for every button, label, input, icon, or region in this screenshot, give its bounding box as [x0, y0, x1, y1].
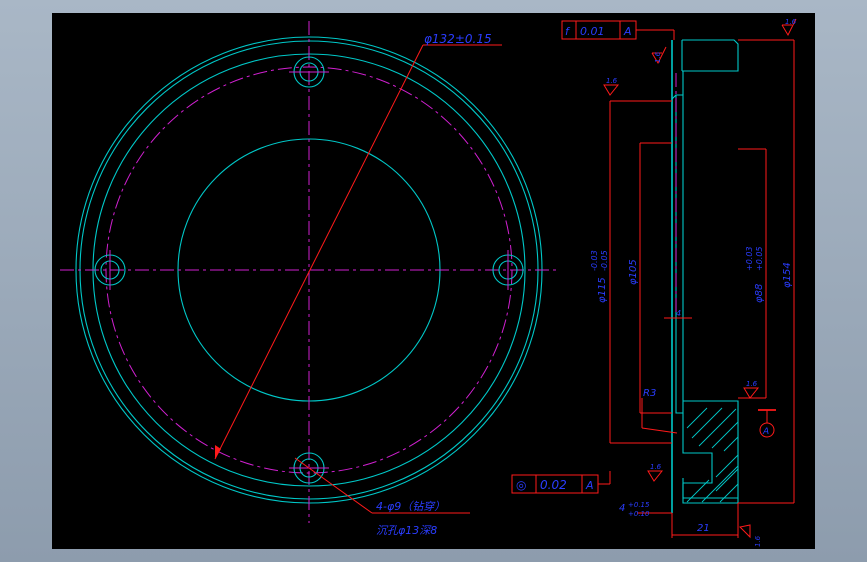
front-view: φ132±0.15 4-φ9（钻穿） 沉孔φ13深8	[60, 21, 558, 537]
svg-text:A: A	[762, 427, 769, 437]
svg-text:1.6: 1.6	[654, 51, 662, 63]
flatness-symbol: f	[565, 25, 571, 38]
svg-text:φ105: φ105	[628, 259, 639, 285]
svg-text:+0.03: +0.03	[745, 246, 754, 271]
svg-text:-0.03: -0.03	[590, 250, 599, 271]
dim-d88: φ88 +0.03 +0.05	[738, 148, 767, 399]
svg-text:4: 4	[619, 503, 625, 514]
svg-text:1.6: 1.6	[650, 463, 662, 471]
wall-body	[675, 94, 684, 414]
drawing-canvas[interactable]: φ132±0.15 4-φ9（钻穿） 沉孔φ13深8 f 0.01 A φ115…	[52, 13, 815, 549]
pitch-dim-line	[214, 44, 424, 460]
drawing-svg: φ132±0.15 4-φ9（钻穿） 沉孔φ13深8 f 0.01 A φ115…	[60, 18, 797, 547]
svg-text:+0.10: +0.10	[628, 510, 650, 518]
svg-text:1.6: 1.6	[606, 77, 618, 85]
svg-text:+0.15: +0.15	[628, 501, 650, 509]
svg-text:1.6: 1.6	[785, 18, 797, 26]
dim-bottom: 21 4 +0.15 +0.10	[619, 501, 739, 538]
svg-text:1.6: 1.6	[754, 535, 762, 547]
svg-text:+0.05: +0.05	[755, 246, 764, 271]
dim-d105: φ105	[628, 142, 672, 414]
svg-text:A: A	[585, 479, 594, 492]
svg-text:4: 4	[676, 309, 681, 318]
dim-wall-thickness: 4	[664, 309, 692, 319]
hole-note-text: 4-φ9（钻穿）	[376, 500, 445, 513]
svg-text:-0.05: -0.05	[600, 250, 609, 271]
svg-text:φ88: φ88	[754, 284, 765, 303]
svg-text:1.6: 1.6	[746, 380, 758, 388]
flatness-datum: A	[623, 25, 632, 38]
flatness-frame: f 0.01 A	[561, 20, 675, 40]
counterbore-step	[682, 443, 713, 484]
part-profile	[671, 39, 739, 513]
datum-a: A	[758, 409, 776, 438]
svg-text:◎: ◎	[516, 478, 526, 492]
svg-text:φ115: φ115	[597, 277, 608, 303]
counterbore-note-text: 沉孔φ13深8	[376, 524, 437, 537]
svg-text:21: 21	[697, 523, 710, 534]
flatness-value: 0.01	[580, 25, 605, 38]
svg-text:0.02: 0.02	[540, 478, 567, 492]
section-view: f 0.01 A φ115 -0.03 -0.05 φ105 φ88 +0.03…	[511, 18, 797, 547]
svg-text:φ154: φ154	[782, 262, 793, 288]
pitch-dim-text: φ132±0.15	[424, 32, 492, 46]
svg-text:R3: R3	[643, 388, 656, 399]
flange-top	[682, 39, 739, 72]
cad-window: φ132±0.15 4-φ9（钻穿） 沉孔φ13深8 f 0.01 A φ115…	[0, 0, 867, 562]
coaxiality-frame: ◎ 0.02 A	[511, 471, 611, 494]
